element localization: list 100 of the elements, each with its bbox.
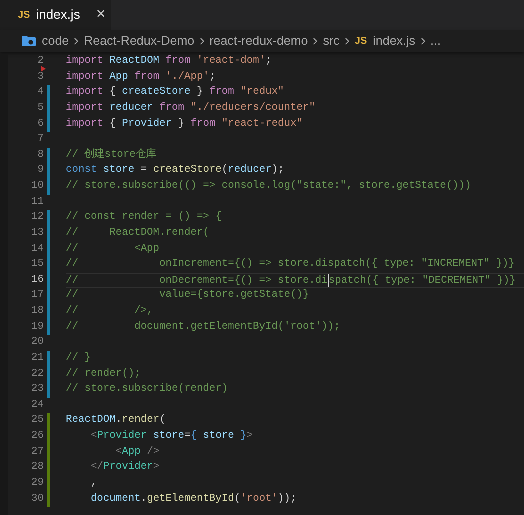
keyword: import <box>66 116 104 132</box>
keyword: { <box>190 429 198 444</box>
punctuation: , <box>90 476 98 491</box>
line-number: 20 <box>30 335 44 350</box>
function-name: getElementById <box>147 492 234 506</box>
string-literal: './App' <box>166 70 210 85</box>
identifier: store <box>153 429 184 444</box>
breadcrumb-item[interactable]: src <box>323 32 340 50</box>
keyword: import <box>66 85 104 100</box>
code-comment: // } <box>66 350 91 366</box>
code-comment: // value={store.getState()} <box>66 288 310 304</box>
close-button[interactable]: × <box>96 7 106 23</box>
identifier: App <box>110 70 130 85</box>
keyword: import <box>66 54 104 69</box>
function-name: render <box>122 413 160 428</box>
line-number: 2 <box>36 54 44 69</box>
tag-bracket: </ <box>90 460 104 476</box>
editor-tab[interactable]: JS index.js × <box>0 0 111 30</box>
line-number: 22 <box>30 366 44 382</box>
punctuation: } <box>178 116 186 132</box>
punctuation: { <box>110 116 117 132</box>
identifier: store <box>203 429 236 444</box>
breadcrumb-item[interactable]: index.js <box>373 32 416 50</box>
line-number: 16 <box>30 272 44 288</box>
keyword: import <box>66 100 104 116</box>
line-number: 9 <box>36 163 44 178</box>
component-name: Provider <box>103 460 154 476</box>
text-cursor <box>328 274 329 288</box>
identifier: document <box>90 492 141 506</box>
line-number: 6 <box>36 116 44 132</box>
line-number: 8 <box>36 148 44 163</box>
identifier: createStore <box>122 85 192 100</box>
line-number: 12 <box>30 210 44 226</box>
component-name: Provider <box>97 429 148 444</box>
tag-bracket: > <box>153 460 160 476</box>
code-comment: // document.getElementById('root')); <box>66 320 340 335</box>
keyword: from <box>166 54 192 69</box>
line-number: 15 <box>30 257 44 272</box>
line-number: 27 <box>30 444 44 460</box>
breadcrumb-item[interactable]: react-redux-demo <box>210 32 308 50</box>
line-number: 7 <box>36 132 44 148</box>
line-number: 10 <box>30 179 44 194</box>
component-name: App <box>122 444 142 460</box>
line-number: 17 <box>30 288 44 304</box>
tab-label: index.js <box>36 6 80 24</box>
keyword: from <box>134 70 161 85</box>
code-comment: // render(); <box>66 366 141 382</box>
punctuation: = <box>140 163 148 178</box>
string-literal: 'react-dom' <box>196 54 266 69</box>
identifier: ReactDOM <box>66 413 116 428</box>
breadcrumb-item[interactable]: code <box>42 32 70 50</box>
punctuation: ( <box>160 413 166 428</box>
keyword: from <box>190 116 217 132</box>
string-literal: 'root' <box>240 492 278 506</box>
string-literal: "redux" <box>240 85 284 100</box>
line-number: 3 <box>36 70 44 85</box>
punctuation: ( <box>234 492 241 506</box>
code-comment: // const render = () => { <box>66 210 222 226</box>
line-number: 11 <box>30 194 44 210</box>
line-number: 23 <box>30 382 44 398</box>
tag-bracket: < <box>90 429 98 444</box>
line-number: 18 <box>30 304 44 319</box>
line-number: 29 <box>30 476 44 491</box>
punctuation: { <box>110 85 117 100</box>
line-number: 26 <box>30 429 44 444</box>
function-name: createStore <box>153 163 222 178</box>
identifier: reducer <box>110 100 154 116</box>
punctuation: )); <box>278 492 297 506</box>
identifier: Provider <box>122 116 174 132</box>
tag-bracket: /> <box>147 444 160 460</box>
keyword: } <box>240 429 247 444</box>
line-number: 28 <box>30 460 44 476</box>
identifier: reducer <box>228 163 272 178</box>
punctuation: } <box>196 85 204 100</box>
breadcrumb-item[interactable]: React-Redux-Demo <box>84 32 195 50</box>
punctuation: ( <box>222 163 228 178</box>
js-file-icon: JS <box>354 34 368 48</box>
keyword: import <box>66 70 104 85</box>
keyword: from <box>160 100 186 116</box>
tag-bracket: > <box>246 429 254 444</box>
string-literal: "react-redux" <box>222 116 303 132</box>
code-comment: // />, <box>66 304 154 319</box>
code-comment: // ReactDOM.render( <box>66 226 210 241</box>
folder-icon <box>22 35 36 47</box>
js-file-icon: JS <box>18 8 30 22</box>
punctuation: ); <box>272 163 284 178</box>
code-comment: // <App <box>66 242 160 256</box>
punctuation: = <box>184 429 191 444</box>
line-number: 4 <box>36 85 44 100</box>
identifier: ReactDOM <box>110 54 161 69</box>
string-literal: "./reducers/counter" <box>190 100 316 116</box>
code-comment: // 创建store仓库 <box>66 148 156 163</box>
line-number: 19 <box>30 320 44 335</box>
code-comment: // onIncrement={() => store.dispatch({ type: "INCREMENT" })} <box>66 257 515 272</box>
tag-bracket: < <box>114 444 122 460</box>
breadcrumb-item[interactable]: ... <box>430 32 441 50</box>
keyword: const <box>66 163 98 178</box>
line-number: 13 <box>30 226 44 241</box>
code-comment: spatch({ type: "DECREMENT" })} <box>328 274 516 288</box>
code-comment: // store.subscribe(() => console.log("state:", store.getState())) <box>66 179 472 194</box>
